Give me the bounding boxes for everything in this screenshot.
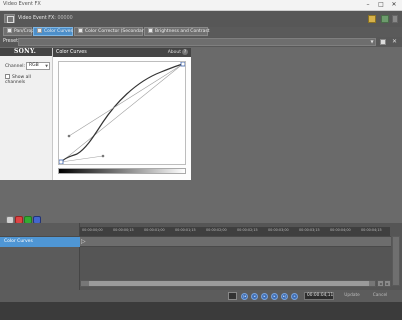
- fx-event-name: 00000: [57, 16, 73, 21]
- sync-cursor-icon[interactable]: [228, 292, 237, 300]
- delete-preset-icon[interactable]: ✕: [391, 38, 398, 45]
- about-link[interactable]: About: [168, 50, 181, 55]
- ruler-tick-label: 00:00:03;00: [268, 228, 289, 232]
- curve-point-start[interactable]: [58, 159, 64, 165]
- preset-dropdown[interactable]: ▼: [18, 38, 376, 46]
- scroll-left-button[interactable]: ◂: [377, 280, 384, 287]
- sony-logo: SONY.: [0, 48, 52, 56]
- color-curves-header: Color Curves About ?: [53, 48, 191, 57]
- previous-keyframe-button[interactable]: ◂: [251, 293, 258, 300]
- fx-header-label: Video Event FX: 00000: [18, 16, 73, 21]
- title-bar: Video Event FX – □ ✕: [0, 0, 402, 11]
- update-button[interactable]: Update: [342, 292, 362, 300]
- remove-fx-icon[interactable]: [392, 15, 398, 23]
- save-preset-icon[interactable]: [380, 39, 386, 45]
- tab-pan-crop[interactable]: Pan/Crop: [3, 27, 35, 36]
- footer-area: [0, 302, 402, 320]
- track-row[interactable]: Color Curves ▷: [0, 236, 391, 247]
- video-event-fx-window: Video Event FX – □ ✕ Video Event FX: 000…: [0, 0, 402, 320]
- diagonal-reference-line: [59, 62, 185, 164]
- scrollbar-thumb[interactable]: [89, 281, 369, 286]
- curve-editor[interactable]: [58, 61, 186, 165]
- window-title: Video Event FX: [3, 1, 41, 7]
- tab-checkbox[interactable]: [7, 28, 12, 33]
- ruler-tick-label: 00:00:01;15: [175, 228, 196, 232]
- ruler-tick-label: 00:00:01;00: [144, 228, 165, 232]
- scroll-right-button[interactable]: ▸: [384, 280, 391, 287]
- tab-brightness-contrast[interactable]: Brightness and Contrast: [144, 27, 210, 36]
- first-keyframe-button[interactable]: |◂: [241, 293, 248, 300]
- close-button[interactable]: ✕: [390, 1, 398, 9]
- checkbox-box[interactable]: [5, 74, 10, 79]
- minimize-button[interactable]: –: [364, 1, 372, 9]
- ruler-tick-label: 00:00:00;00: [82, 228, 103, 232]
- curve-point-end[interactable]: [180, 61, 186, 67]
- help-icon[interactable]: ?: [182, 49, 188, 55]
- channel-label: Channel:: [5, 64, 25, 69]
- transport-bar: |◂ ◂ ▸ ▸ ▸| + 00:00:04;11 Update Cancel: [0, 290, 402, 302]
- tab-label: Brightness and Contrast: [155, 29, 210, 34]
- color-curves-title: Color Curves: [56, 50, 87, 55]
- curve-handle[interactable]: [67, 134, 71, 138]
- curve-graph[interactable]: [58, 61, 186, 165]
- ruler-tick-label: 00:00:03;15: [299, 228, 320, 232]
- channel-value: RGB: [29, 63, 39, 68]
- timeline-ruler[interactable]: 00:00:00;00 00:00:00;15 00:00:01;00 00:0…: [80, 227, 390, 236]
- tab-checkbox[interactable]: [78, 28, 83, 33]
- tab-label: Color Corrector (Secondary): [85, 29, 148, 34]
- tab-color-corrector-secondary[interactable]: Color Corrector (Secondary): [74, 27, 148, 36]
- color-curves-panel: Color Curves About ?: [52, 48, 191, 180]
- add-keyframe-button[interactable]: +: [291, 293, 298, 300]
- keyframe-timeline: 00:00:00;00 00:00:00;15 00:00:01;00 00:0…: [0, 223, 402, 290]
- fx-header-title: Video Event FX:: [18, 16, 56, 21]
- keyframe-marker-icon[interactable]: ▷: [81, 239, 86, 245]
- fx-chain-icon[interactable]: [381, 15, 389, 23]
- fx-plugin-icon: [4, 14, 15, 23]
- timeline-track-header-area: [0, 223, 80, 290]
- preset-bar: Preset: ▼ ✕: [0, 37, 402, 47]
- maximize-button[interactable]: □: [377, 1, 385, 9]
- timecode-display[interactable]: 00:00:04;11: [304, 292, 334, 300]
- show-all-channels-checkbox[interactable]: Show all channels: [5, 74, 52, 85]
- cancel-button[interactable]: Cancel: [370, 292, 390, 300]
- vertical-scrollbar[interactable]: [392, 236, 400, 286]
- control-handle-line: [68, 63, 184, 137]
- chevron-down-icon: ▼: [45, 64, 48, 68]
- tab-checkbox[interactable]: [148, 28, 153, 33]
- channel-select[interactable]: RGB ▼: [26, 62, 50, 70]
- luminance-gradient-bar: [58, 168, 186, 174]
- fx-header-bar: Video Event FX: 00000: [0, 11, 402, 27]
- ruler-tick-label: 00:00:02;15: [237, 228, 258, 232]
- plugin-settings-panel: SONY. Channel: RGB ▼ Show all channels: [0, 48, 52, 224]
- track-label[interactable]: Color Curves: [0, 237, 80, 247]
- last-keyframe-button[interactable]: ▸|: [281, 293, 288, 300]
- tab-label: Color Curves: [44, 29, 73, 34]
- fx-tabs: Pan/Crop Color Curves Color Corrector (S…: [0, 27, 402, 37]
- tab-checkbox[interactable]: [37, 28, 42, 33]
- ruler-tick-label: 00:00:04;00: [330, 228, 351, 232]
- plugin-chain-icon[interactable]: [368, 15, 376, 23]
- ruler-tick-label: 00:00:04;15: [361, 228, 382, 232]
- chevron-down-icon: ▼: [370, 39, 374, 44]
- ruler-tick-label: 00:00:02;00: [206, 228, 227, 232]
- curve-handle[interactable]: [101, 154, 105, 158]
- horizontal-scrollbar[interactable]: [80, 280, 376, 287]
- play-button[interactable]: ▸: [261, 293, 268, 300]
- tab-color-curves[interactable]: Color Curves: [33, 27, 73, 36]
- next-keyframe-button[interactable]: ▸: [271, 293, 278, 300]
- tab-label: Pan/Crop: [14, 29, 35, 34]
- ruler-tick-label: 00:00:00;15: [113, 228, 134, 232]
